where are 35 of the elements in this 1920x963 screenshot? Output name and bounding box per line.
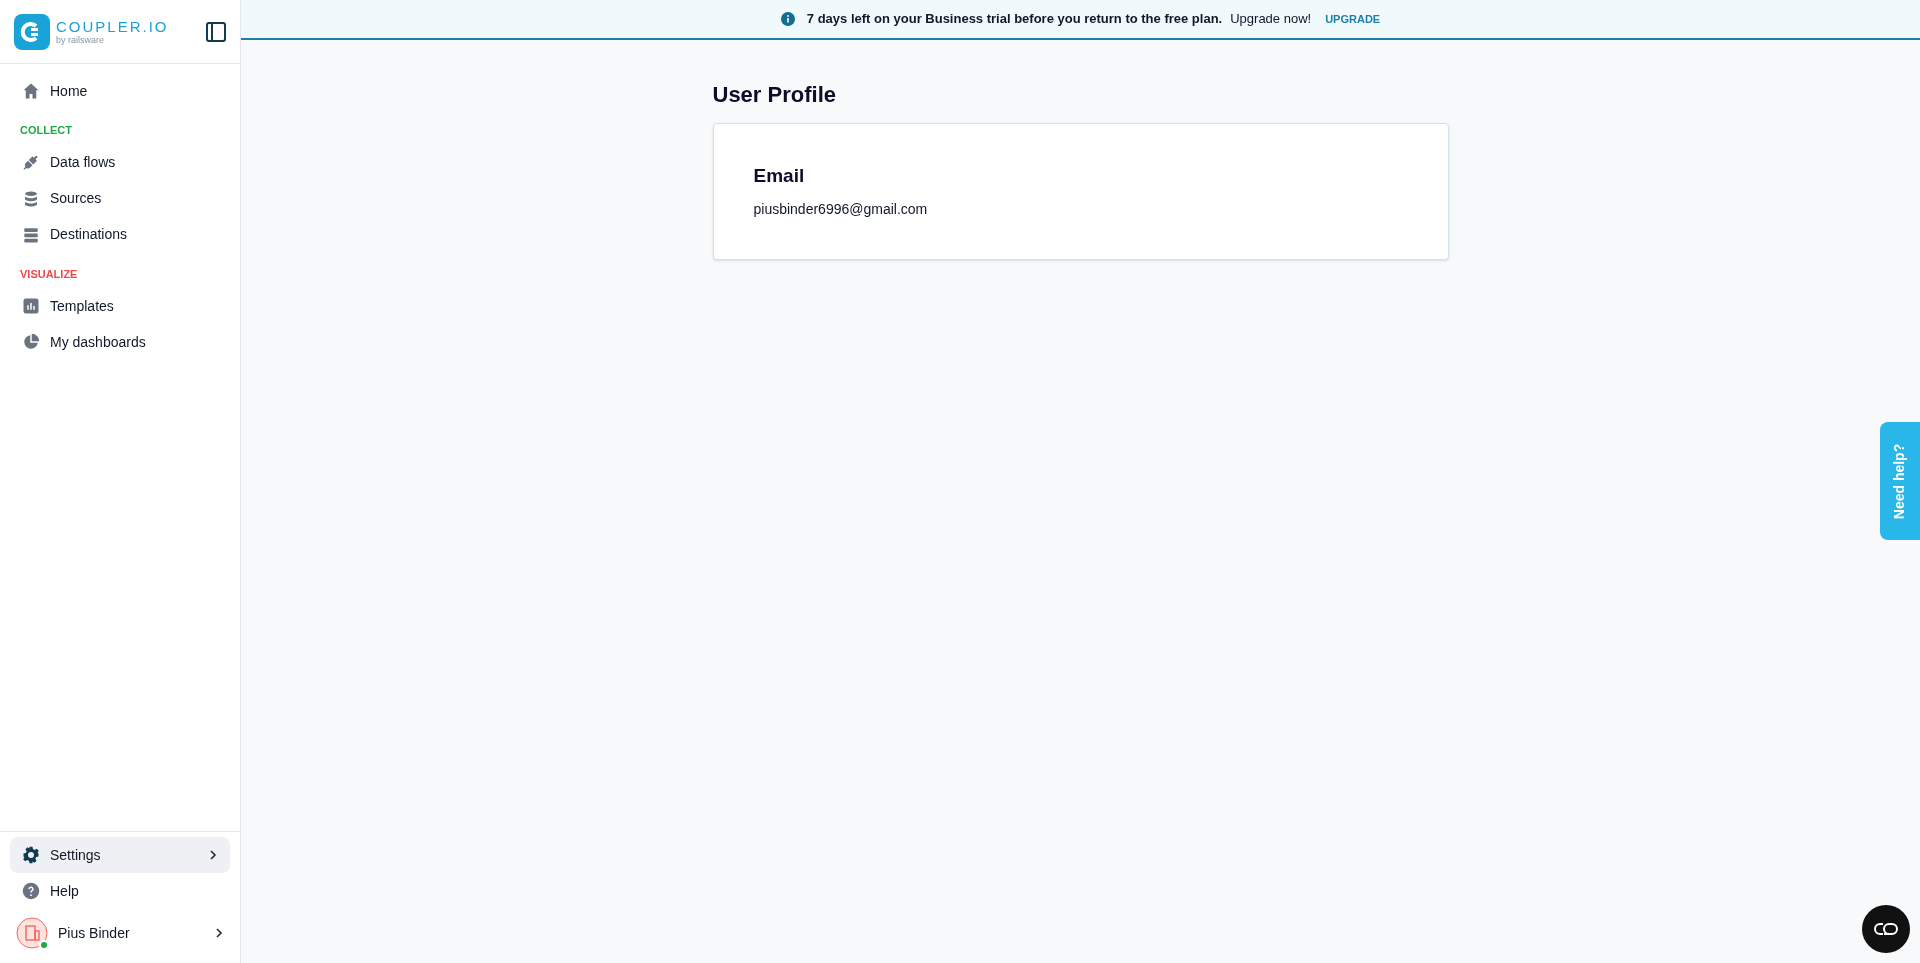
chevron-right-icon [208,850,218,860]
home-icon [22,82,40,100]
database-icon [22,189,40,208]
nav-item[interactable]: Settings [10,837,230,873]
plug-icon [22,153,40,172]
page-title: User Profile [712,81,837,109]
nav-item[interactable]: Data flows [10,144,230,181]
field-label: Email [753,164,806,188]
building-avatar-icon [16,917,48,949]
chat-logo-icon [1874,922,1898,936]
section-heading: COLLECT [19,123,73,138]
section-heading: VISUALIZE [19,266,79,282]
logo-byline: by railsware [56,35,105,45]
pie-chart-icon [22,333,40,351]
nav-item[interactable]: Destinations [10,216,230,253]
banner-message: 7 days left on your Business trial before you return to the free plan. [806,10,1223,29]
upgrade-link[interactable]: UPGRADE [1325,10,1381,28]
nav-item[interactable]: Home [10,73,230,109]
nav-item[interactable]: My dashboards [10,324,230,360]
help-icon [22,882,40,900]
info-icon [780,12,795,26]
chevron-right-icon [214,928,224,938]
logo-icon [14,13,50,50]
settings-icon [22,846,40,864]
nav-item[interactable]: Sources [10,180,230,217]
nav-item[interactable]: Templates [10,288,230,324]
collapse-sidebar-button[interactable] [206,21,226,42]
banner-hint: Upgrade now! [1230,10,1312,29]
logo-wordmark: COUPLER.IO [56,18,169,34]
nav-item[interactable]: Help [10,873,230,909]
bar-chart-icon [22,297,40,315]
email-value: piusbinder6996@gmail.com [753,199,929,219]
chat-button[interactable] [1862,905,1910,953]
user-menu[interactable]: Pius Binder [10,911,230,955]
server-icon [22,225,40,244]
